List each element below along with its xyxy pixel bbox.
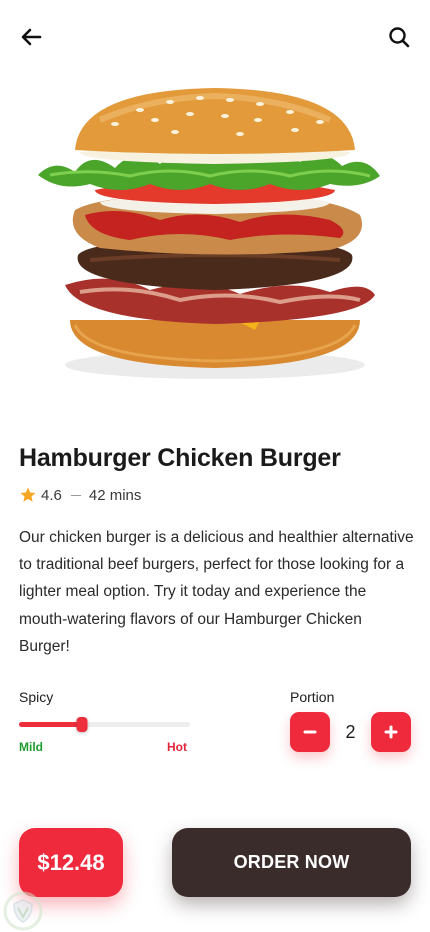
slider-thumb[interactable] (76, 717, 88, 732)
spicy-label: Spicy (19, 689, 54, 705)
search-button[interactable] (384, 22, 414, 52)
spicy-max-label: Hot (167, 740, 187, 754)
back-button[interactable] (16, 22, 46, 52)
portion-label: Portion (290, 689, 335, 705)
order-now-button[interactable]: ORDER NOW (172, 828, 411, 897)
burger-image (38, 88, 380, 379)
arrow-left-icon (21, 28, 42, 46)
decrease-portion-button[interactable] (290, 712, 330, 752)
meta-divider (70, 494, 81, 496)
star-icon (20, 487, 36, 502)
increase-portion-button[interactable] (371, 712, 411, 752)
spicy-min-label: Mild (19, 740, 43, 754)
slider-fill (19, 722, 82, 727)
spicy-slider[interactable] (19, 716, 190, 734)
search-icon (389, 27, 410, 48)
price-badge: $12.48 (19, 828, 123, 897)
cook-time: 42 mins (88, 486, 142, 504)
plus-icon (384, 725, 398, 739)
portion-quantity: 2 (345, 722, 356, 742)
product-title: Hamburger Chicken Burger (19, 444, 341, 472)
minus-icon (303, 730, 317, 734)
rating-value: 4.6 (41, 486, 62, 504)
product-description: Our chicken burger is a delicious and he… (19, 529, 414, 655)
product-meta: 4.6 42 mins (19, 486, 141, 504)
shield-watermark-icon (3, 891, 43, 931)
top-bar (16, 22, 414, 52)
